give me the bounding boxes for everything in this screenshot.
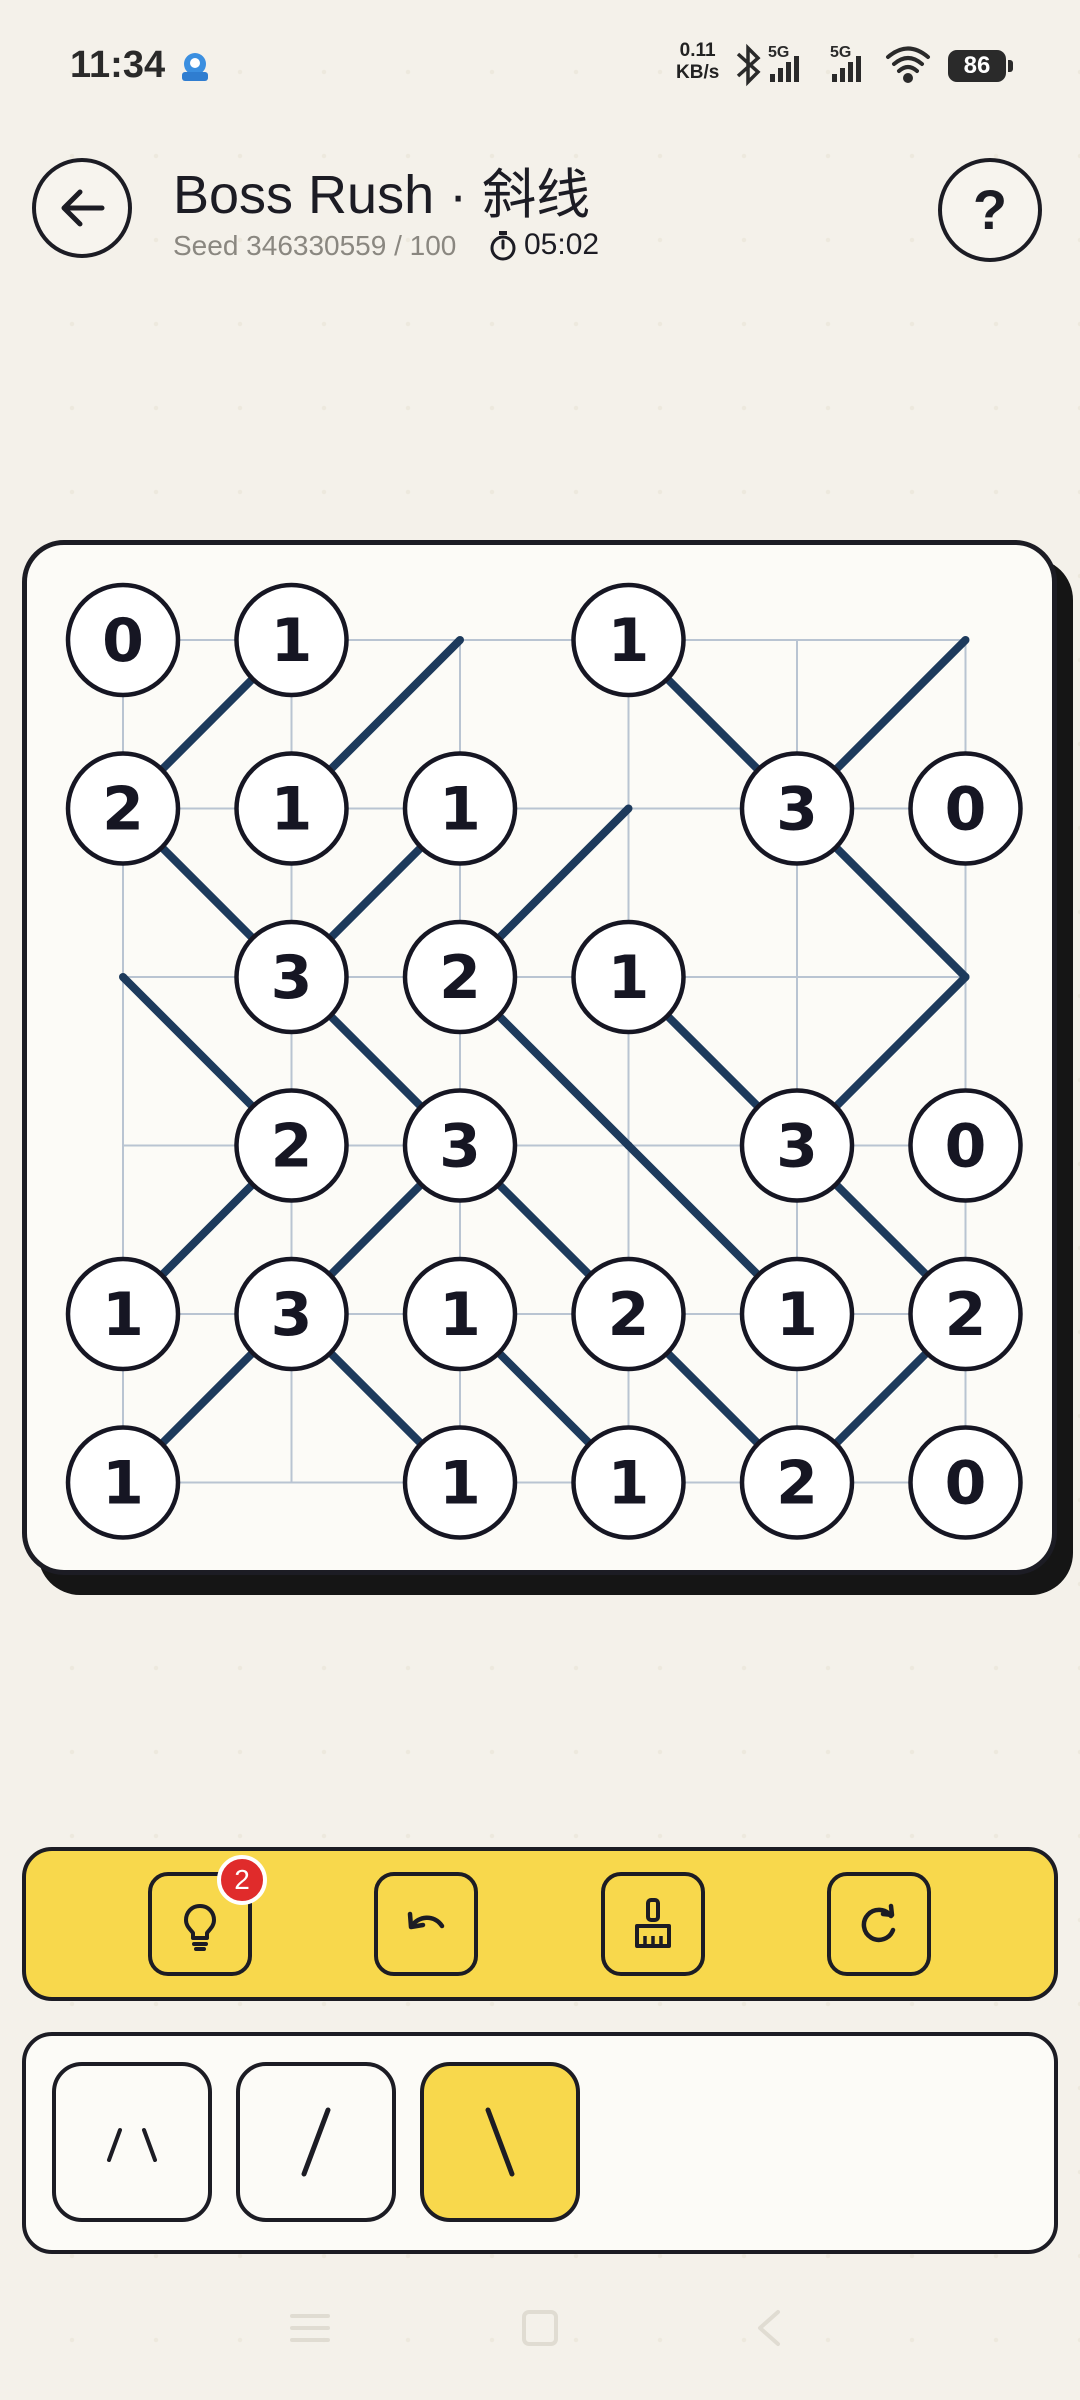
seed-label: Seed 346330559 / 100 [173, 230, 457, 261]
clue-node: 1 [571, 1425, 686, 1540]
back-nav-icon[interactable] [748, 2308, 792, 2348]
puzzle-grid[interactable]: 0 1 1 2 1 1 3 0 3 2 1 2 3 3 0 1 3 1 2 1 2 1 1 1 2 0 [27, 545, 1052, 1570]
clue-node: 0 [908, 751, 1023, 866]
clue-number: 2 [102, 775, 144, 845]
battery-indicator: 86 [948, 50, 1013, 82]
clear-brush-icon [635, 1898, 671, 1948]
clue-node: 3 [234, 1256, 349, 1372]
clue-node: 3 [234, 919, 349, 1035]
page-title: Boss Rush · 斜线 [173, 165, 591, 225]
clue-node: 1 [234, 582, 349, 698]
clue-node: 2 [739, 1425, 855, 1540]
status-time: 11:34 [70, 44, 166, 86]
clue-number: 0 [945, 1112, 987, 1182]
clue-number: 2 [439, 943, 481, 1013]
clue-number: 0 [102, 606, 144, 676]
clue-number: 3 [271, 943, 313, 1013]
stopwatch-icon [490, 231, 516, 261]
clue-node: 1 [402, 751, 518, 866]
clue-node: 1 [234, 751, 349, 866]
menu-nav-icon[interactable] [288, 2308, 332, 2348]
restart-icon [861, 1903, 896, 1943]
clue-number: 0 [945, 775, 987, 845]
clue-number: 3 [776, 1112, 818, 1182]
clue-number: 2 [271, 1112, 313, 1182]
bluetooth-icon [736, 43, 761, 87]
puzzle-board[interactable]: 0 1 1 2 1 1 3 0 3 2 1 2 3 3 0 1 3 1 2 1 2 1 1 1 2 0 [22, 540, 1057, 1575]
forward-slash-icon [301, 2107, 331, 2177]
clue-node: 1 [402, 1425, 518, 1540]
clue-number: 1 [271, 775, 313, 845]
clue-number: 3 [271, 1280, 313, 1350]
back-slash-icon [485, 2107, 515, 2177]
restart-button[interactable] [827, 1872, 931, 1976]
clue-node: 0 [65, 582, 181, 698]
clue-number: 2 [776, 1449, 818, 1519]
clue-node: 1 [739, 1256, 855, 1372]
undo-icon [407, 1911, 445, 1930]
app-notification-icon [182, 53, 208, 81]
help-icon: ? [972, 178, 1008, 241]
clue-number: 1 [439, 1449, 481, 1519]
undo-button[interactable] [374, 1872, 478, 1976]
clue-number: 0 [945, 1449, 987, 1519]
clue-number: 1 [776, 1280, 818, 1350]
clue-node: 1 [571, 919, 686, 1035]
svg-text:5G: 5G [768, 44, 789, 61]
svg-text:5G: 5G [830, 44, 851, 61]
forward-slash-option[interactable] [236, 2062, 396, 2222]
wifi-icon [886, 46, 930, 83]
back-slash-option[interactable] [420, 2062, 580, 2222]
signal-icons: 5G 5G [736, 43, 930, 87]
clue-node: 3 [739, 751, 855, 866]
clue-node: 3 [739, 1088, 855, 1203]
clue-node: 1 [65, 1425, 181, 1540]
home-nav-icon[interactable] [518, 2308, 562, 2348]
arrow-left-icon [61, 189, 105, 227]
clue-node: 1 [402, 1256, 518, 1372]
clue-node: 2 [908, 1256, 1023, 1372]
both-diagonals-option[interactable] [52, 2062, 212, 2222]
clue-number: 1 [439, 1280, 481, 1350]
clue-node: 0 [908, 1425, 1023, 1540]
clue-number: 3 [439, 1112, 481, 1182]
clue-node: 3 [402, 1088, 518, 1203]
clear-button[interactable] [601, 1872, 705, 1976]
diagonal-lines [119, 636, 970, 1487]
clue-node: 0 [908, 1088, 1023, 1203]
clue-node: 1 [571, 582, 686, 698]
clue-number: 1 [608, 606, 650, 676]
network-speed: 0.11 KB/s [676, 40, 720, 83]
clue-node: 2 [402, 919, 518, 1035]
back-button[interactable] [32, 158, 132, 258]
clue-number: 1 [608, 1449, 650, 1519]
clue-number: 1 [102, 1449, 144, 1519]
clue-number: 2 [608, 1280, 650, 1350]
timer-value: 05:02 [524, 228, 600, 261]
clue-number: 1 [102, 1280, 144, 1350]
clue-number: 1 [271, 606, 313, 676]
clue-number: 3 [776, 775, 818, 845]
clue-number: 1 [439, 775, 481, 845]
clue-node: 2 [65, 751, 181, 866]
hint-count-badge: 2 [217, 1855, 267, 1905]
clue-number: 2 [945, 1280, 987, 1350]
clue-node: 1 [65, 1256, 181, 1372]
timer: 05:02 [488, 228, 599, 262]
clue-node: 2 [571, 1256, 686, 1372]
clue-node: 2 [234, 1088, 349, 1203]
system-nav-bar [0, 2290, 1080, 2380]
status-bar: 11:34 0.11 KB/s 5G 5G 86 [0, 0, 1080, 130]
both-diagonals-icon [107, 2128, 157, 2162]
help-button[interactable]: ? [938, 158, 1042, 262]
clue-number: 1 [608, 943, 650, 1013]
